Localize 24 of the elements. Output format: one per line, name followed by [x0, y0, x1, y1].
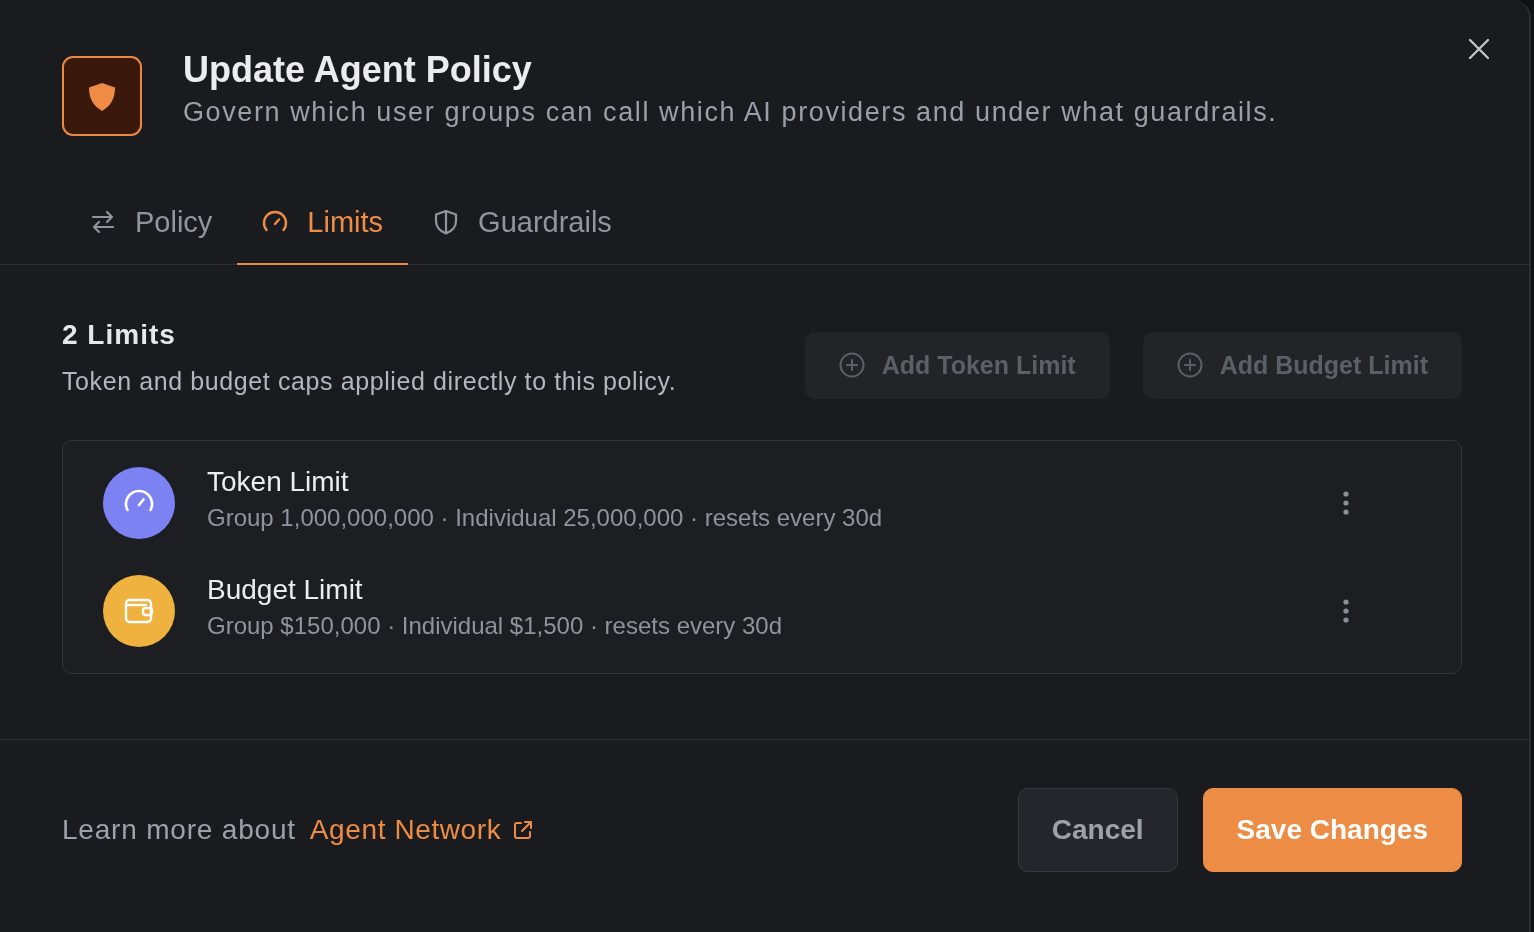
shield-logo-icon: [62, 56, 142, 136]
limit-name: Budget Limit: [207, 572, 364, 607]
limit-detail: Group $150,000 · Individual $1,500 · resets every 30d: [207, 610, 784, 641]
shield-icon: [433, 209, 460, 235]
close-button[interactable]: [1467, 37, 1491, 61]
dialog-title: Update Agent Policy: [183, 48, 533, 91]
agent-network-link[interactable]: Agent Network: [309, 813, 535, 846]
dialog-subtitle: Govern which user groups can call which AI providers and under what guardrails.: [183, 95, 1278, 129]
swap-arrows-icon: [90, 209, 116, 235]
more-vertical-icon: [1343, 598, 1349, 623]
tab[interactable]: Policy: [65, 181, 238, 265]
limit-detail: Group 1,000,000,000 · Individual 25,000,000 · resets every 30d: [207, 502, 884, 533]
section-description: Token and budget caps applied directly to this policy.: [62, 365, 677, 397]
limit-name: Token Limit: [207, 464, 350, 499]
more-vertical-icon: [1343, 490, 1349, 515]
close-icon: [1469, 39, 1489, 59]
plus-circle-icon: [1176, 352, 1203, 378]
tab[interactable]: Guardrails: [408, 181, 637, 265]
tab[interactable]: Limits: [237, 181, 409, 265]
external-link-icon: [512, 818, 535, 841]
plus-circle-icon: [838, 352, 865, 378]
section-heading: 2 Limits: [62, 317, 177, 352]
cancel-button[interactable]: Cancel: [1017, 787, 1178, 872]
learn-more-text: Learn more about: [62, 813, 296, 846]
